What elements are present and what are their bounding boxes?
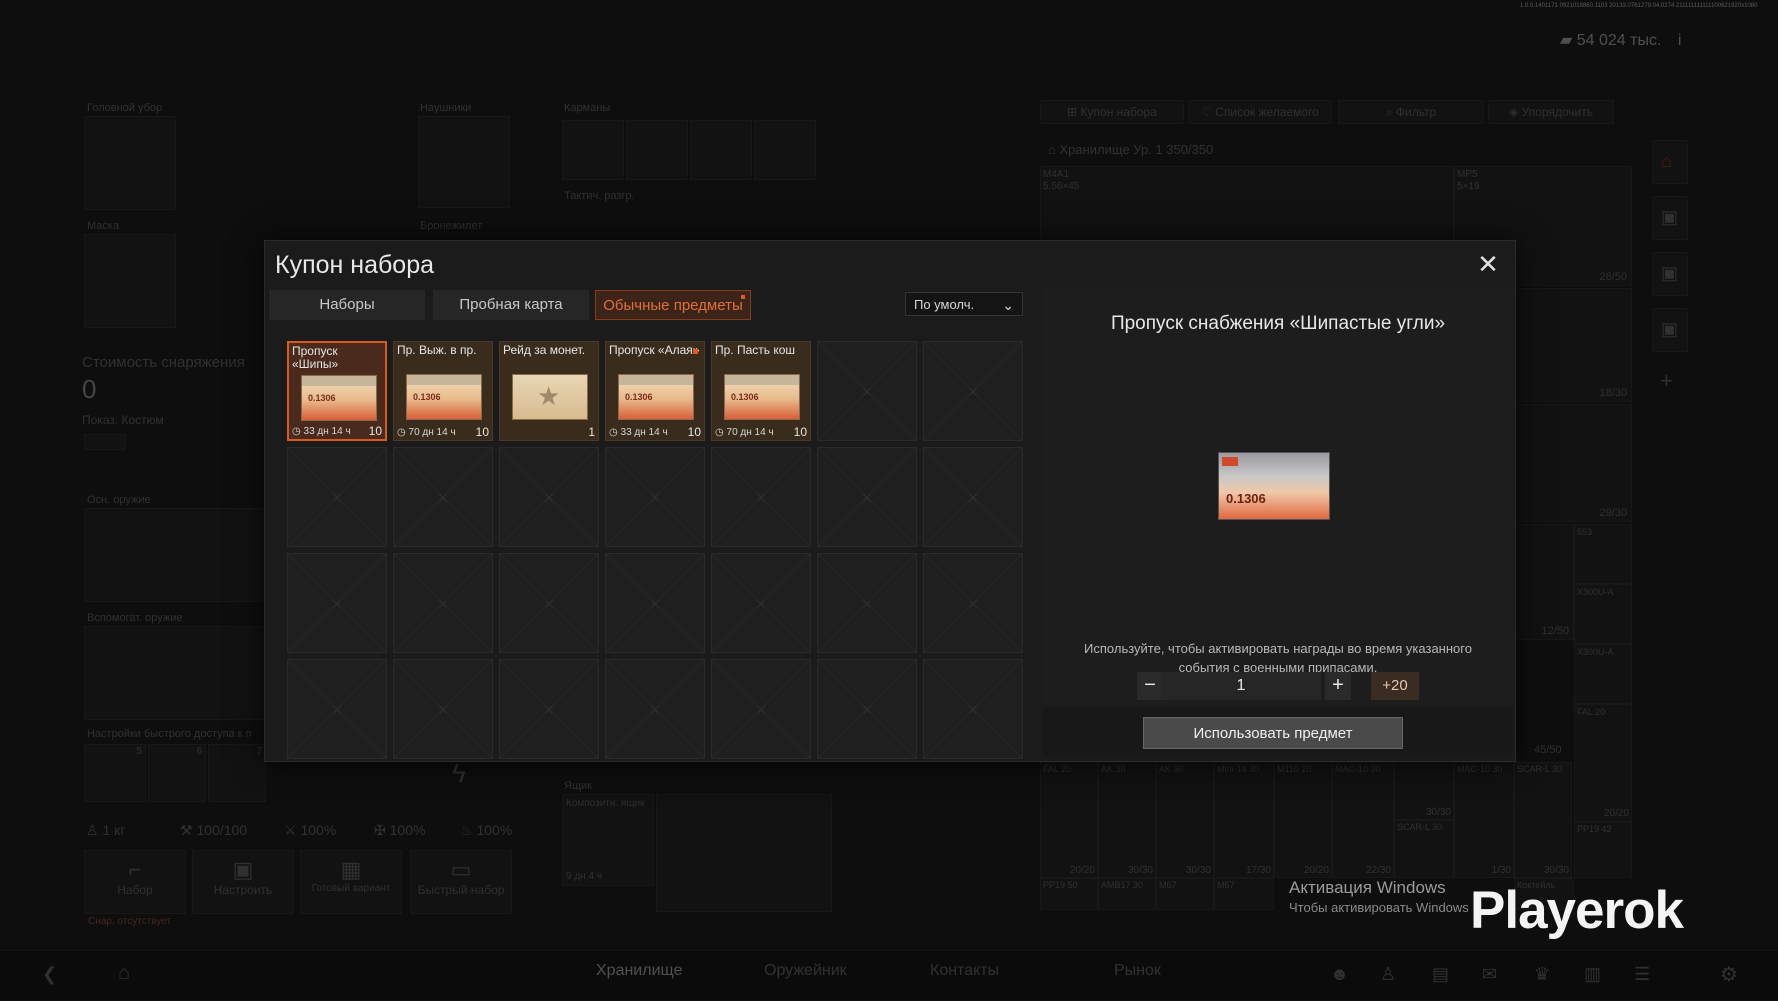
empty-slot xyxy=(711,553,811,653)
close-icon[interactable]: ✕ xyxy=(1475,251,1501,277)
empty-slot xyxy=(923,447,1023,547)
quantity-decrease-button[interactable]: − xyxy=(1137,672,1163,700)
coupon-expiry: ◷ 70 дн 14 ч xyxy=(715,427,774,438)
quantity-input[interactable]: 1 xyxy=(1161,672,1321,700)
use-item-button[interactable]: Использовать предмет xyxy=(1143,717,1403,749)
coupon-item[interactable]: Пропуск «Алая» 0.1306 ◷ 33 дн 14 ч 10 xyxy=(605,341,705,441)
tab-regular-items[interactable]: Обычные предметы xyxy=(595,290,751,320)
coupon-item-name: Пропуск «Шипы» xyxy=(292,344,339,371)
playerok-watermark: Playerok xyxy=(1470,881,1684,940)
coupon-item[interactable]: Пр. Пасть кош 0.1306 ◷ 70 дн 14 ч 10 xyxy=(711,341,811,441)
pass-code: 0.1306 xyxy=(1226,491,1266,506)
coupon-item-name: Пропуск «Алая» xyxy=(609,343,700,357)
empty-slot xyxy=(393,659,493,759)
empty-slot xyxy=(287,447,387,547)
empty-slot xyxy=(711,659,811,759)
tab-regular-items-label: Обычные предметы xyxy=(603,297,743,314)
coupon-item-name: Рейд за монет. xyxy=(503,343,586,357)
empty-slot xyxy=(923,341,1023,441)
ticket-band xyxy=(407,375,481,385)
empty-slot xyxy=(923,553,1023,653)
supply-pass-image: 0.1306 xyxy=(724,374,800,420)
chevron-down-icon: ⌄ xyxy=(1002,297,1014,313)
coupon-count: 10 xyxy=(475,425,489,439)
ticket-code: 0.1306 xyxy=(308,393,336,403)
supply-pass-image: 0.1306 xyxy=(618,374,694,420)
star-icon: ★ xyxy=(537,381,561,411)
supply-pass-image: 0.1306 xyxy=(1218,452,1330,520)
empty-slot xyxy=(393,553,493,653)
empty-slot xyxy=(605,553,705,653)
kit-coupon-dialog: Купон набора ✕ Наборы Пробная карта Обыч… xyxy=(264,240,1516,762)
tab-trial-card[interactable]: Пробная карта xyxy=(433,290,589,320)
empty-slot xyxy=(499,553,599,653)
ticket-code: 0.1306 xyxy=(731,392,759,402)
coupon-count: 10 xyxy=(793,425,807,439)
raid-ticket-image: ★ xyxy=(512,374,588,420)
empty-slot xyxy=(817,659,917,759)
windows-activation-subtitle: Чтобы активировать Windows xyxy=(1289,900,1469,915)
quantity-max-button[interactable]: +20 xyxy=(1371,672,1419,700)
quantity-increase-button[interactable]: + xyxy=(1325,672,1351,700)
empty-slot xyxy=(287,553,387,653)
sort-dropdown[interactable]: По умолч. ⌄ xyxy=(905,292,1023,316)
supply-pass-image: 0.1306 xyxy=(406,374,482,420)
coupon-expiry: ◷ 33 дн 14 ч xyxy=(609,427,668,438)
tab-kits[interactable]: Наборы xyxy=(269,290,425,320)
item-detail-panel: Пропуск снабжения «Шипастые угли» 0.1306… xyxy=(1043,287,1513,757)
coupon-count: 10 xyxy=(687,425,701,439)
empty-slot xyxy=(711,447,811,547)
ticket-code: 0.1306 xyxy=(625,392,653,402)
clock-icon: ◷ xyxy=(292,426,304,437)
empty-slot xyxy=(605,447,705,547)
windows-activation-title: Активация Windows xyxy=(1289,878,1446,897)
empty-slot xyxy=(817,447,917,547)
coupon-expiry: ◷ 70 дн 14 ч xyxy=(397,427,456,438)
empty-slot xyxy=(817,341,917,441)
coupon-item-name: Пр. Выж. в пр. xyxy=(397,343,477,357)
clock-icon: ◷ xyxy=(715,427,727,438)
notification-dot xyxy=(741,295,745,299)
ticket-band xyxy=(725,375,799,385)
coupon-item[interactable]: Пропуск «Шипы» 0.1306 ◷ 33 дн 14 ч 10 xyxy=(287,341,387,441)
clock-icon: ◷ xyxy=(397,427,409,438)
coupon-count: 1 xyxy=(588,425,595,439)
ticket-band xyxy=(619,375,693,385)
coupon-item-name: Пр. Пасть кош xyxy=(715,343,796,357)
ticket-code: 0.1306 xyxy=(413,392,441,402)
empty-slot xyxy=(393,447,493,547)
coupon-item[interactable]: Рейд за монет. ★ 1 xyxy=(499,341,599,441)
coupon-expiry-value: 70 дн 14 ч xyxy=(408,427,456,438)
empty-slot xyxy=(287,659,387,759)
coupon-expiry: ◷ 33 дн 14 ч xyxy=(292,426,351,437)
empty-slot xyxy=(817,553,917,653)
item-detail-title: Пропуск снабжения «Шипастые угли» xyxy=(1110,313,1446,334)
dialog-title: Купон набора xyxy=(275,251,434,279)
pass-flag-mark xyxy=(1222,457,1238,466)
sort-dropdown-value: По умолч. xyxy=(914,297,975,312)
empty-slot xyxy=(605,659,705,759)
empty-slot xyxy=(923,659,1023,759)
empty-slot xyxy=(499,659,599,759)
coupon-item[interactable]: Пр. Выж. в пр. 0.1306 ◷ 70 дн 14 ч 10 xyxy=(393,341,493,441)
supply-pass-image: 0.1306 xyxy=(301,375,377,421)
clock-icon: ◷ xyxy=(609,427,621,438)
ticket-band xyxy=(302,376,376,386)
coupon-expiry-value: 33 дн 14 ч xyxy=(303,426,351,437)
empty-slot xyxy=(499,447,599,547)
coupon-expiry-value: 70 дн 14 ч xyxy=(726,427,774,438)
new-item-dot xyxy=(693,349,698,354)
coupon-expiry-value: 33 дн 14 ч xyxy=(620,427,668,438)
coupon-count: 10 xyxy=(368,424,382,438)
